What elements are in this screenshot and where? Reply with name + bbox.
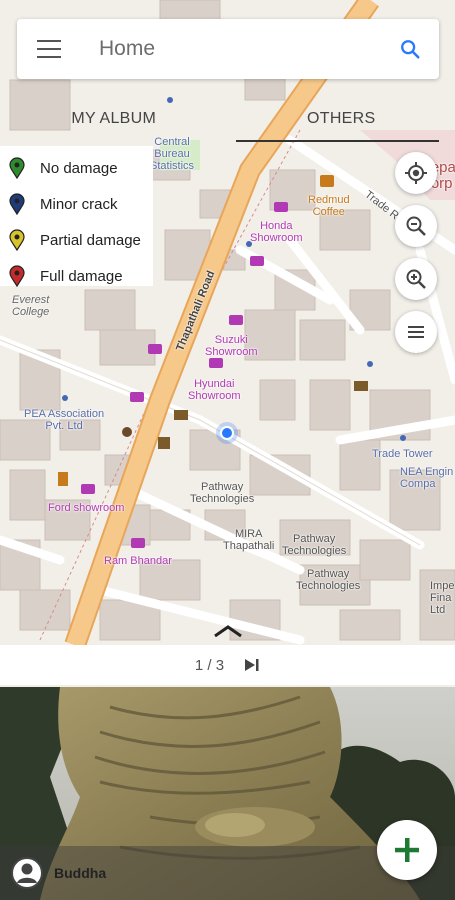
legend-label: Full damage [40,267,123,285]
legend-item-minor-crack: Minor crack [8,186,153,222]
search-icon[interactable] [399,38,421,60]
user-avatar-icon[interactable] [10,856,44,890]
legend-item-full-damage: Full damage [8,258,153,294]
legend-label: Minor crack [40,195,118,213]
zoom-out-icon [406,216,426,236]
add-photo-button[interactable] [377,820,437,880]
map-label-trade-tower: Trade Tower [372,448,433,460]
legend-item-no-damage: No damage [8,150,153,186]
chevron-up-icon[interactable] [212,622,244,640]
blue-pin-icon [9,193,25,215]
photo-caption-name: Buddha [54,865,107,881]
green-pin-icon [9,157,25,179]
map-label-pathway-1: Pathway Technologies [190,481,255,505]
map-label-honda: Honda Showroom [250,220,303,244]
menu-icon[interactable] [37,40,61,58]
tab-my-album[interactable]: MY ALBUM [0,96,228,142]
red-pin-icon [9,265,25,287]
pager-count: 1 / 3 [194,656,225,674]
yellow-pin-icon [9,229,25,251]
map-label-redmud-coffee: Redmud Coffee [308,194,350,218]
add-icon [395,838,419,862]
legend-label: No damage [40,159,118,177]
search-bar: Home [17,19,439,79]
page-title: Home [99,37,156,60]
map-label-everest-college: Everest College [12,294,50,318]
map-label-mira: MIRA Thapathali [223,528,275,552]
tab-others[interactable]: OTHERS [228,96,455,142]
my-location-icon [405,162,427,184]
skip-to-last-icon[interactable] [244,658,260,672]
damage-legend: No damage Minor crack Partial damage Ful… [0,146,153,287]
map-label-impe: Impe Fina Ltd [430,580,455,616]
photo-pager: 1 / 3 [0,645,455,685]
legend-item-partial-damage: Partial damage [8,222,153,258]
legend-label: Partial damage [40,231,141,249]
tab-bar: MY ALBUM OTHERS [0,96,455,142]
map-label-hyundai: Hyundai Showroom [188,378,241,402]
zoom-in-button[interactable] [395,258,437,300]
map-label-ford: Ford showroom [48,502,125,514]
map-label-ram-bhandar: Ram Bhandar [104,555,172,567]
map-label-pathway-2: Pathway Technologies [282,533,347,557]
my-location-button[interactable] [395,152,437,194]
map-label-pathway-3: Pathway Technologies [296,568,361,592]
layers-menu-icon [408,326,424,338]
zoom-in-icon [406,269,426,289]
layers-menu-button[interactable] [395,311,437,353]
map-label-pea: PEA Association Pvt. Ltd [24,408,105,432]
map-label-nea: NEA Engin Compa [400,466,454,490]
map-label-suzuki: Suzuki Showroom [205,334,258,358]
zoom-out-button[interactable] [395,205,437,247]
